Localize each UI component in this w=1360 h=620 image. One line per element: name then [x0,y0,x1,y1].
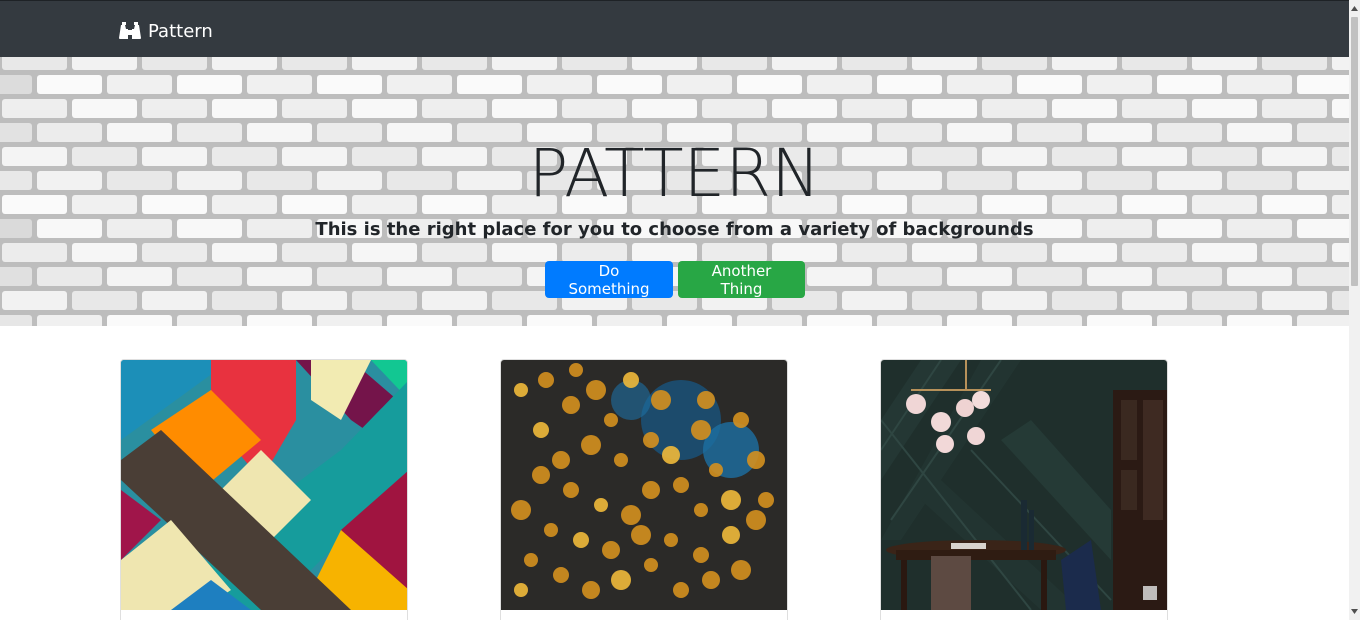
colorful-geometric-stripes-image [121,360,407,610]
navbar-brand[interactable]: Pattern [119,19,213,43]
navbar: Pattern [0,0,1349,57]
hero-title: PATTERN [528,135,821,212]
another-thing-button[interactable]: Another Thing [678,261,805,298]
golden-bokeh-lights-image [501,360,787,610]
card-bokeh[interactable] [500,359,788,620]
hero-section: PATTERN This is the right place for you … [0,57,1349,326]
card-interior[interactable] [880,359,1168,620]
viewport: Pattern PATTERN This is the right place … [0,0,1349,620]
do-something-button[interactable]: Do Something [545,261,673,298]
hero-subtitle: This is the right place for you to choos… [315,219,1034,240]
page: Pattern PATTERN This is the right place … [0,0,1360,620]
brand-label: Pattern [148,20,213,42]
scroll-up-arrow-icon[interactable] [1349,0,1360,17]
scroll-down-arrow-icon[interactable] [1349,603,1360,620]
dark-green-dining-room-image [881,360,1167,610]
binoculars-icon [119,21,141,41]
card-geometric[interactable] [120,359,408,620]
scroll-thumb[interactable] [1351,17,1358,286]
scrollbar[interactable] [1349,0,1360,620]
hero-buttons: Do Something Another Thing [545,261,805,298]
